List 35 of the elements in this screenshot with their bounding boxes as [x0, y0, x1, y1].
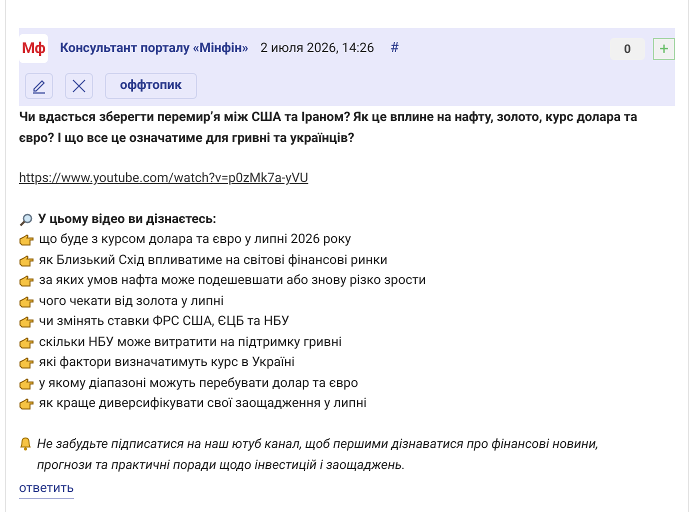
- video-topic: чи змінять ставки ФРС США, ЄЦБ та НБУ: [39, 313, 290, 331]
- author-avatar: Мф: [19, 34, 48, 63]
- video-topic: у якому діапазоні можуть перебувати долар та євро: [39, 374, 358, 392]
- pointing-hand-icon: [19, 275, 34, 288]
- score-counter: 0: [610, 38, 645, 60]
- close-icon: [72, 79, 86, 93]
- reply-link[interactable]: ответить: [19, 480, 74, 498]
- pointing-hand-icon: [19, 357, 34, 370]
- list-title: У цьому відео ви дізнаєтесь:: [38, 210, 216, 228]
- magnifier-icon: [19, 212, 33, 227]
- permalink[interactable]: #: [390, 38, 399, 59]
- video-topic: скільки НБУ може витратити на підтримку гривні: [39, 334, 342, 352]
- video-topic: що буде з курсом долара та євро у липні 2026 року: [39, 231, 352, 249]
- pencil-icon: [31, 78, 47, 94]
- video-link[interactable]: https://www.youtube.com/watch?v=p0zMk7a-yVU: [19, 169, 308, 190]
- pointing-hand-icon: [19, 378, 34, 390]
- pointing-hand-icon: [19, 336, 34, 349]
- pointing-hand-icon: [19, 296, 34, 308]
- comment-date: 2 июля 2026, 14:26: [260, 40, 374, 58]
- pointing-hand-icon: [19, 316, 34, 328]
- pointing-hand-icon: [19, 254, 34, 267]
- video-topic: як краще диверсифікувати свої заощадження у липні: [39, 395, 367, 413]
- pointing-hand-icon: [19, 398, 34, 410]
- video-topic: які фактори визначатимуть курс в Україні: [39, 354, 295, 372]
- video-topic: як Близький Схід впливатиме на світові фінансові ринки: [39, 252, 388, 270]
- delete-button[interactable]: [65, 73, 93, 99]
- author-link[interactable]: Консультант порталу «Мінфін»: [60, 38, 248, 58]
- edit-button[interactable]: [25, 73, 53, 99]
- subscribe-reminder: Не забудьте підписатися на наш ютуб канал, щоб першими дізнаватися про фінансові новини, прогнози та практичні поради щодо інвестицій і заощаджень.: [37, 436, 600, 474]
- video-topic: чого чекати від золота у липні: [39, 292, 224, 310]
- offtopic-button[interactable]: оффтопик: [105, 73, 197, 99]
- bell-icon: [19, 436, 32, 450]
- video-topic: за яких умов нафта може подешевшати або знову різко зрости: [39, 272, 426, 290]
- comment-intro: Чи вдасться зберегти перемир’я між США та Іраном? Як це вплине на нафту, золото, курс долара та євро? І що все це означатиме для гривні та українців?: [19, 109, 638, 148]
- pointing-hand-icon: [19, 234, 34, 246]
